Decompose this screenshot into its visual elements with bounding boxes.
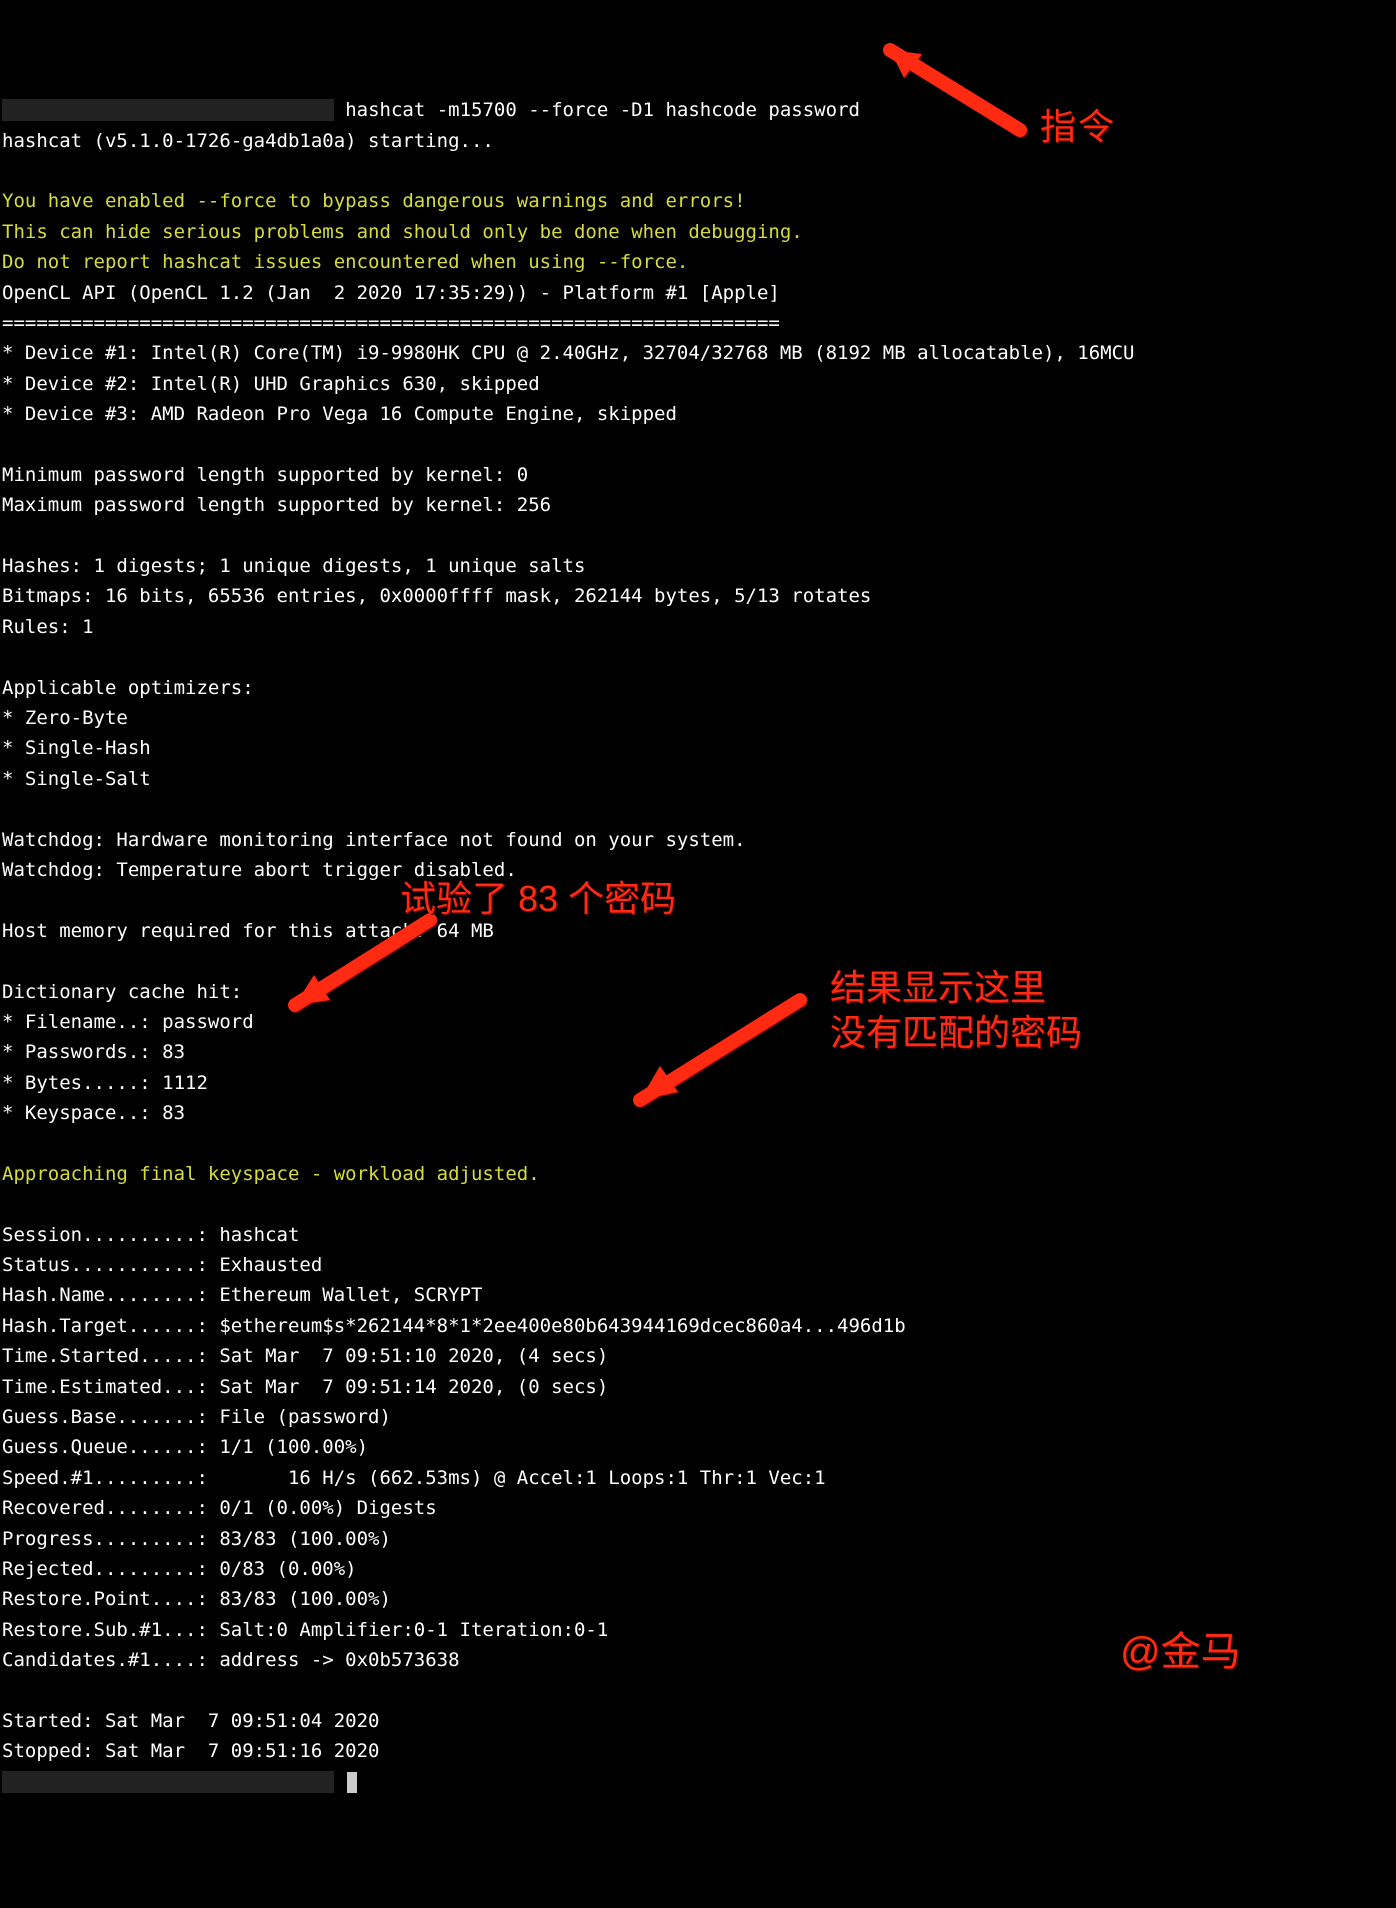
signature-text: @金马 (1120, 1620, 1241, 1684)
status-restorepoint: Restore.Point....: 83/83 (100.00%) (2, 1588, 391, 1610)
status-guessqueue: Guess.Queue......: 1/1 (100.00%) (2, 1436, 368, 1458)
arrow-icon (600, 980, 820, 1130)
status-progress: Progress.........: 83/83 (100.00%) (2, 1528, 391, 1550)
opencl-api-line: OpenCL API (OpenCL 1.2 (Jan 2 2020 17:35… (2, 282, 780, 304)
status-timestarted: Time.Started.....: Sat Mar 7 09:51:10 20… (2, 1345, 608, 1367)
status-hashtarget: Hash.Target......: $ethereum$s*262144*8*… (2, 1315, 906, 1337)
approaching-final-keyspace: Approaching final keyspace - workload ad… (2, 1163, 540, 1185)
min-pass-len: Minimum password length supported by ker… (2, 464, 528, 486)
dict-bytes: * Bytes.....: 1112 (2, 1072, 208, 1094)
device-line: * Device #3: AMD Radeon Pro Vega 16 Comp… (2, 403, 677, 425)
annotation-no-match: 结果显示这里没有匹配的密码 (830, 965, 1082, 1055)
force-warning: Do not report hashcat issues encountered… (2, 251, 688, 273)
redacted-prompt: █████████████████████████████ (2, 99, 334, 121)
stopped-line: Stopped: Sat Mar 7 09:51:16 2020 (2, 1740, 380, 1762)
arrow-icon (860, 30, 1030, 150)
dict-cache-header: Dictionary cache hit: (2, 981, 242, 1003)
optimizer-item: * Single-Salt (2, 768, 151, 790)
status-restoresub: Restore.Sub.#1...: Salt:0 Amplifier:0-1 … (2, 1619, 608, 1641)
optimizer-item: * Zero-Byte (2, 707, 128, 729)
starting-line: hashcat (v5.1.0-1726-ga4db1a0a) starting… (2, 130, 494, 152)
watchdog-line: Watchdog: Hardware monitoring interface … (2, 829, 746, 851)
cursor-block (347, 1772, 357, 1793)
command-line: hashcat -m15700 --force -D1 hashcode pas… (345, 99, 860, 121)
rules-line: Rules: 1 (2, 616, 94, 638)
hashes-line: Hashes: 1 digests; 1 unique digests, 1 u… (2, 555, 585, 577)
started-line: Started: Sat Mar 7 09:51:04 2020 (2, 1710, 380, 1732)
optimizers-header: Applicable optimizers: (2, 677, 254, 699)
separator-line: ========================================… (2, 312, 780, 334)
status-guessbase: Guess.Base.......: File (password) (2, 1406, 391, 1428)
status-status: Status...........: Exhausted (2, 1254, 322, 1276)
status-candidates: Candidates.#1....: address -> 0x0b573638 (2, 1649, 460, 1671)
optimizer-item: * Single-Hash (2, 737, 151, 759)
status-rejected: Rejected.........: 0/83 (0.00%) (2, 1558, 357, 1580)
dict-filename: * Filename..: password (2, 1011, 254, 1033)
status-session: Session..........: hashcat (2, 1224, 299, 1246)
bitmaps-line: Bitmaps: 16 bits, 65536 entries, 0x0000f… (2, 585, 871, 607)
status-speed: Speed.#1.........: 16 H/s (662.53ms) @ A… (2, 1467, 826, 1489)
device-line: * Device #2: Intel(R) UHD Graphics 630, … (2, 373, 540, 395)
status-recovered: Recovered........: 0/1 (0.00%) Digests (2, 1497, 437, 1519)
redacted-prompt: █████████████████████████████ (2, 1771, 334, 1793)
max-pass-len: Maximum password length supported by ker… (2, 494, 551, 516)
annotation-command: 指令 (1040, 98, 1116, 156)
terminal-window[interactable]: █████████████████████████████ hashcat -m… (0, 61, 1396, 1801)
device-line: * Device #1: Intel(R) Core(TM) i9-9980HK… (2, 342, 1134, 364)
status-timeest: Time.Estimated...: Sat Mar 7 09:51:14 20… (2, 1376, 608, 1398)
annotation-tried-passwords: 试验了 83 个密码 (400, 870, 676, 928)
dict-keyspace: * Keyspace..: 83 (2, 1102, 185, 1124)
force-warning: This can hide serious problems and shoul… (2, 221, 803, 243)
status-hashname: Hash.Name........: Ethereum Wallet, SCRY… (2, 1284, 482, 1306)
dict-passwords: * Passwords.: 83 (2, 1041, 185, 1063)
force-warning: You have enabled --force to bypass dange… (2, 190, 746, 212)
